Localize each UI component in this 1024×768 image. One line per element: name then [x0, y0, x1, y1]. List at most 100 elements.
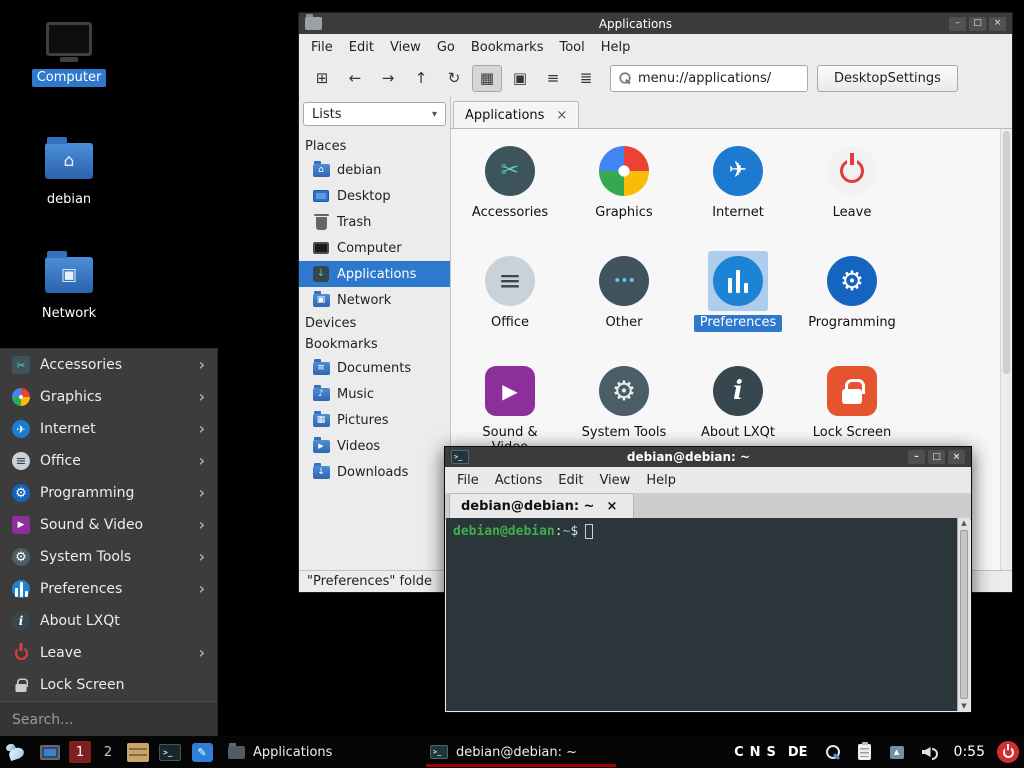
minimize-icon[interactable]	[908, 450, 925, 464]
maximize-icon[interactable]	[928, 450, 945, 464]
menu-item-system-tools[interactable]: System Tools	[0, 541, 217, 573]
icon-view-icon[interactable]	[472, 65, 502, 92]
place-applications[interactable]: Applications	[299, 261, 450, 287]
app-internet[interactable]: Internet	[681, 139, 795, 249]
up-icon[interactable]	[406, 65, 436, 92]
terminal-screen[interactable]: debian@debian:~$	[446, 518, 970, 711]
place-desktop[interactable]: Desktop	[299, 183, 450, 209]
volume-button[interactable]	[916, 739, 942, 765]
app-accessories[interactable]: Accessories	[453, 139, 567, 249]
tab-close-icon[interactable]	[606, 499, 617, 514]
terminal-scrollbar[interactable]	[957, 518, 970, 711]
menu-bookmarks[interactable]: Bookmarks	[463, 36, 552, 59]
show-desktop-button[interactable]	[37, 739, 63, 765]
close-icon[interactable]	[948, 450, 965, 464]
thumbnail-view-icon[interactable]	[505, 65, 535, 92]
path-text: menu://applications/	[638, 71, 771, 86]
bookmark-downloads[interactable]: Downloads	[299, 459, 450, 485]
quicklaunch-editor[interactable]	[189, 739, 215, 765]
app-office[interactable]: Office	[453, 249, 567, 359]
app-other[interactable]: Other	[567, 249, 681, 359]
start-menu-button[interactable]	[5, 739, 31, 765]
menu-item-programming[interactable]: Programming	[0, 477, 217, 509]
scrollbar-thumb[interactable]	[1003, 131, 1010, 374]
menu-view[interactable]: View	[382, 36, 429, 59]
scrollbar-thumb[interactable]	[960, 530, 968, 699]
app-label: System Tools	[576, 425, 673, 442]
scroll-up-icon[interactable]	[958, 519, 970, 527]
app-preferences[interactable]: Preferences	[681, 249, 795, 359]
tray-screenshot[interactable]	[820, 739, 846, 765]
reload-icon[interactable]	[439, 65, 469, 92]
tray-clipboard[interactable]	[852, 739, 878, 765]
terminal-titlebar[interactable]: debian@debian: ~	[445, 447, 971, 467]
desktop-settings-button[interactable]: DesktopSettings	[817, 65, 958, 92]
bookmark-music[interactable]: Music	[299, 381, 450, 407]
desktop-icon-network[interactable]: Network	[33, 252, 105, 323]
compact-view-icon[interactable]	[571, 65, 601, 92]
keyboard-indicators[interactable]: C N S	[734, 745, 776, 760]
menu-item-accessories[interactable]: Accessories	[0, 349, 217, 381]
magnifier-icon	[826, 745, 840, 759]
quicklaunch-terminal[interactable]	[157, 739, 183, 765]
power-button[interactable]	[997, 741, 1019, 763]
search-input[interactable]	[12, 712, 205, 728]
fm-scrollbar[interactable]	[1000, 129, 1012, 570]
clock[interactable]: 0:55	[954, 744, 985, 760]
menu-view[interactable]: View	[591, 469, 638, 492]
menu-search[interactable]	[0, 701, 217, 737]
workspace-2[interactable]: 2	[97, 741, 119, 763]
menu-help[interactable]: Help	[638, 469, 684, 492]
menu-file[interactable]: File	[449, 469, 487, 492]
place-trash[interactable]: Trash	[299, 209, 450, 235]
workspace-1[interactable]: 1	[69, 741, 91, 763]
app-graphics[interactable]: Graphics	[567, 139, 681, 249]
menu-help[interactable]: Help	[593, 36, 639, 59]
keyboard-layout[interactable]: DE	[788, 745, 808, 760]
menu-go[interactable]: Go	[429, 36, 463, 59]
maximize-icon[interactable]	[969, 17, 986, 31]
menu-item-preferences[interactable]: Preferences	[0, 573, 217, 605]
menu-tool[interactable]: Tool	[551, 36, 592, 59]
detailed-list-view-icon[interactable]	[538, 65, 568, 92]
menu-actions[interactable]: Actions	[487, 469, 551, 492]
forward-icon[interactable]	[373, 65, 403, 92]
back-icon[interactable]	[340, 65, 370, 92]
scroll-down-icon[interactable]	[958, 702, 970, 710]
menu-edit[interactable]: Edit	[550, 469, 591, 492]
task-applications[interactable]: Applications	[221, 737, 417, 767]
fm-titlebar[interactable]: Applications	[299, 13, 1012, 34]
menu-edit[interactable]: Edit	[341, 36, 382, 59]
desktop-icon-debian[interactable]: debian	[33, 138, 105, 209]
tray-updater[interactable]	[884, 739, 910, 765]
desktop-icon-computer[interactable]: Computer	[33, 16, 105, 87]
menu-item-sound-video[interactable]: Sound & Video	[0, 509, 217, 541]
menu-item-internet[interactable]: Internet	[0, 413, 217, 445]
menu-item-label: Internet	[40, 421, 96, 437]
app-leave[interactable]: Leave	[795, 139, 909, 249]
place-debian[interactable]: debian	[299, 157, 450, 183]
menu-item-office[interactable]: Office	[0, 445, 217, 477]
app-programming[interactable]: Programming	[795, 249, 909, 359]
menu-item-graphics[interactable]: Graphics	[0, 381, 217, 413]
menu-item-leave[interactable]: Leave	[0, 637, 217, 669]
tab-close-icon[interactable]	[556, 108, 567, 123]
place-computer[interactable]: Computer	[299, 235, 450, 261]
menu-file[interactable]: File	[303, 36, 341, 59]
task-terminal[interactable]: debian@debian: ~	[423, 737, 619, 767]
place-network[interactable]: Network	[299, 287, 450, 313]
menu-item-lock-screen[interactable]: Lock Screen	[0, 669, 217, 701]
bookmark-pictures[interactable]: Pictures	[299, 407, 450, 433]
new-tab-icon[interactable]	[307, 65, 337, 92]
menu-item-about-lxqt[interactable]: About LXQt	[0, 605, 217, 637]
tab-applications[interactable]: Applications	[453, 101, 579, 128]
bookmark-documents[interactable]: Documents	[299, 355, 450, 381]
minimize-icon[interactable]	[949, 17, 966, 31]
bookmark-videos[interactable]: Videos	[299, 433, 450, 459]
close-icon[interactable]	[989, 17, 1006, 31]
sidebar-mode-combo[interactable]: Lists	[303, 102, 446, 126]
quicklaunch-file-manager[interactable]	[125, 739, 151, 765]
path-bar[interactable]: menu://applications/	[610, 65, 808, 92]
clipboard-icon	[858, 744, 871, 760]
terminal-tab[interactable]: debian@debian: ~	[449, 493, 634, 519]
